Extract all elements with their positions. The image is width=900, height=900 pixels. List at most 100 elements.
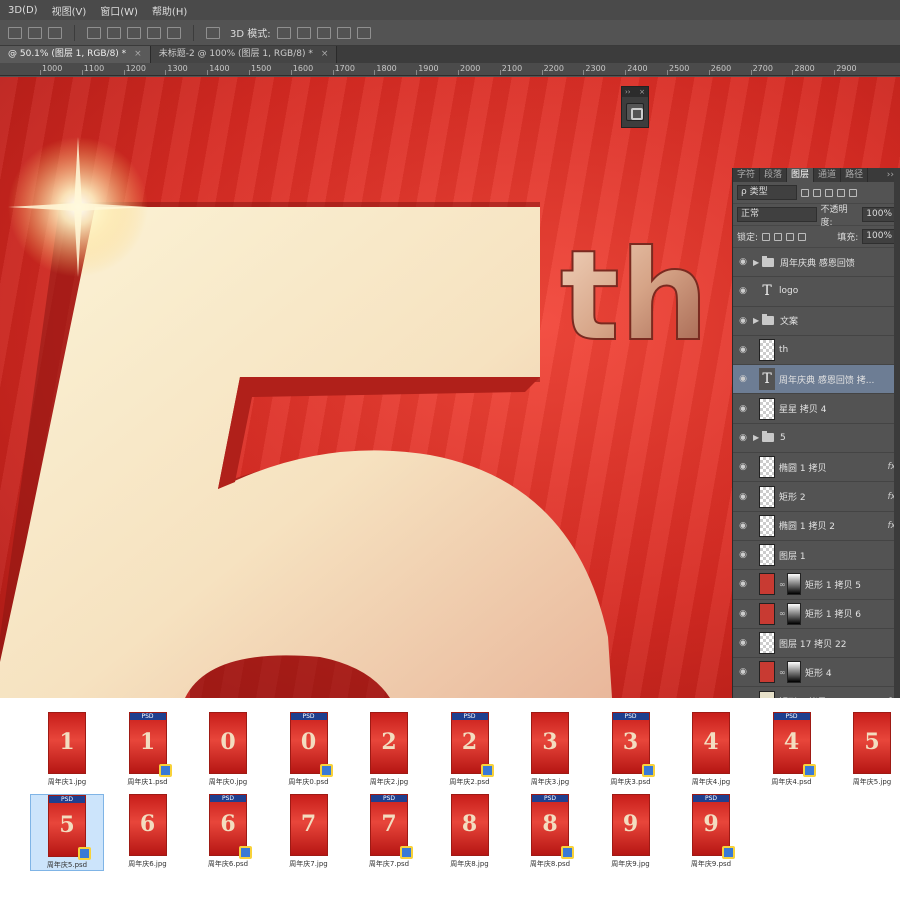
file-item[interactable]: PSD 6 周年庆6.psd	[191, 794, 265, 869]
align-left-icon[interactable]	[8, 26, 22, 39]
file-item[interactable]: 7 周年庆7.jpg	[272, 794, 346, 869]
menu-item[interactable]: 3D(D)	[8, 5, 38, 16]
lock-position-icon[interactable]	[786, 232, 795, 241]
fill-input[interactable]: 100%	[862, 229, 896, 244]
3d-scale-icon[interactable]	[356, 26, 371, 39]
3d-orbit-icon[interactable]	[276, 26, 291, 39]
expand-arrow-icon[interactable]: ▶	[753, 316, 762, 325]
opacity-input[interactable]: 100%	[862, 207, 896, 222]
file-item[interactable]: 9 周年庆9.jpg	[594, 794, 668, 869]
horizontal-ruler[interactable]: 1000 1100 1200 1300 1400 1500 1600 1700 1800 1900…	[0, 63, 900, 76]
collapsed-panel[interactable]: ›› ×	[621, 86, 649, 128]
layer-row[interactable]: ◉ Tlogo	[733, 277, 900, 307]
tab-4[interactable]: 路径	[841, 168, 869, 182]
file-item[interactable]: 1 周年庆1.jpg	[30, 712, 104, 787]
file-item[interactable]: PSD 2 周年庆2.psd	[433, 712, 507, 787]
filter-adjustment-icon[interactable]	[813, 188, 821, 197]
expand-arrow-icon[interactable]: ▶	[753, 433, 762, 442]
file-item[interactable]: PSD 5 周年庆5.psd	[30, 794, 104, 871]
close-icon[interactable]: ×	[321, 49, 329, 59]
file-item[interactable]: PSD 4 周年庆4.psd	[755, 712, 829, 787]
file-item[interactable]: 2 周年庆2.jpg	[352, 712, 426, 787]
layer-row[interactable]: ◉ ▶ 5	[733, 424, 900, 454]
document-tab[interactable]: 未标题-2 @ 100% (图层 1, RGB/8) * ×	[150, 46, 338, 63]
visibility-eye-icon[interactable]: ◉	[733, 257, 753, 267]
close-icon[interactable]: ×	[639, 87, 645, 97]
file-item[interactable]: 5 周年庆5.jpg	[835, 712, 900, 787]
layer-row[interactable]: ◉ 星星 拷贝 4	[733, 394, 900, 424]
file-item[interactable]: 8 周年庆8.jpg	[433, 794, 507, 869]
menu-item[interactable]: 视图(V)	[52, 3, 87, 18]
visibility-eye-icon[interactable]: ◉	[733, 374, 753, 384]
filter-kind-select[interactable]: ρ 类型	[737, 185, 797, 200]
visibility-eye-icon[interactable]: ◉	[733, 404, 753, 414]
visibility-eye-icon[interactable]: ◉	[733, 609, 753, 619]
lock-image-icon[interactable]	[774, 232, 783, 241]
layer-row[interactable]: ◉ 椭圆 1 拷贝 fx	[733, 453, 900, 483]
file-item[interactable]: PSD 8 周年庆8.psd	[513, 794, 587, 869]
layer-row[interactable]: ◉矩形 1 拷贝fx	[733, 687, 900, 698]
distribute-middle-icon[interactable]	[107, 26, 121, 39]
layer-row[interactable]: ◉ ∞ 矩形 1 拷贝 6	[733, 600, 900, 629]
expand-icon[interactable]: ››	[625, 87, 631, 97]
layer-row[interactable]: ◉ 图层 1	[733, 541, 900, 571]
filter-pixel-icon[interactable]	[801, 188, 809, 197]
layer-row[interactable]: ◉ 椭圆 1 拷贝 2 fx	[733, 512, 900, 541]
visibility-eye-icon[interactable]: ◉	[733, 550, 753, 560]
close-icon[interactable]: ×	[134, 49, 142, 59]
align-right-icon[interactable]	[48, 26, 62, 39]
properties-icon[interactable]	[626, 103, 644, 121]
tab-3[interactable]: 通道	[814, 168, 842, 182]
visibility-eye-icon[interactable]: ◉	[733, 316, 753, 326]
layer-mask-thumbnail[interactable]	[787, 661, 801, 684]
filter-smart-object-icon[interactable]	[849, 188, 857, 197]
visibility-eye-icon[interactable]: ◉	[733, 345, 753, 355]
visibility-eye-icon[interactable]: ◉	[733, 433, 753, 443]
expand-arrow-icon[interactable]: ▶	[753, 258, 762, 267]
file-item[interactable]: PSD 1 周年庆1.psd	[111, 712, 185, 787]
menu-item[interactable]: 帮助(H)	[152, 3, 187, 18]
layer-row[interactable]: ◉ th	[733, 336, 900, 366]
visibility-eye-icon[interactable]: ◉	[733, 579, 753, 589]
file-item[interactable]: PSD 3 周年庆3.psd	[594, 712, 668, 787]
layer-row[interactable]: ◉ ∞ 矩形 4	[733, 658, 900, 688]
filter-shape-icon[interactable]	[837, 188, 845, 197]
3d-roll-icon[interactable]	[296, 26, 311, 39]
file-item[interactable]: PSD 0 周年庆0.psd	[272, 712, 346, 787]
tab-2[interactable]: 图层	[787, 168, 815, 182]
tab-0[interactable]: 字符	[733, 168, 761, 182]
distribute-center-icon[interactable]	[167, 26, 181, 39]
auto-align-icon[interactable]	[206, 26, 220, 39]
lock-all-icon[interactable]	[798, 232, 807, 241]
lock-transparent-icon[interactable]	[762, 232, 771, 241]
layer-mask-thumbnail[interactable]	[787, 573, 801, 596]
distribute-bottom-icon[interactable]	[127, 26, 141, 39]
visibility-eye-icon[interactable]: ◉	[733, 638, 753, 648]
layer-row[interactable]: ◉ ▶ 周年庆典 感恩回馈	[733, 248, 900, 278]
file-item[interactable]: PSD 7 周年庆7.psd	[352, 794, 426, 869]
align-center-icon[interactable]	[28, 26, 42, 39]
distribute-left-icon[interactable]	[147, 26, 161, 39]
filter-text-icon[interactable]	[825, 188, 833, 197]
layer-row[interactable]: ◉ ∞ 矩形 1 拷贝 5	[733, 570, 900, 600]
layer-row[interactable]: ◉ ▶ 文案	[733, 307, 900, 336]
menu-item[interactable]: 窗口(W)	[100, 3, 138, 18]
visibility-eye-icon[interactable]: ◉	[733, 286, 753, 296]
link-icon[interactable]: ∞	[779, 668, 787, 677]
tab-1[interactable]: 段落	[760, 168, 788, 182]
file-item[interactable]: 4 周年庆4.jpg	[674, 712, 748, 787]
scrollbar[interactable]	[894, 168, 900, 698]
file-item[interactable]: 6 周年庆6.jpg	[111, 794, 185, 869]
3d-pan-icon[interactable]	[316, 26, 331, 39]
visibility-eye-icon[interactable]: ◉	[733, 462, 753, 472]
blend-mode-select[interactable]: 正常	[737, 207, 817, 222]
visibility-eye-icon[interactable]: ◉	[733, 492, 753, 502]
visibility-eye-icon[interactable]: ◉	[733, 667, 753, 677]
layer-row[interactable]: ◉ 图层 17 拷贝 22	[733, 629, 900, 659]
visibility-eye-icon[interactable]: ◉	[733, 521, 753, 531]
distribute-top-icon[interactable]	[87, 26, 101, 39]
layer-row[interactable]: ◉ T 周年庆典 感恩回馈 拷...	[733, 365, 900, 395]
link-icon[interactable]: ∞	[779, 580, 787, 589]
file-item[interactable]: PSD 9 周年庆9.psd	[674, 794, 748, 869]
file-item[interactable]: 0 周年庆0.jpg	[191, 712, 265, 787]
